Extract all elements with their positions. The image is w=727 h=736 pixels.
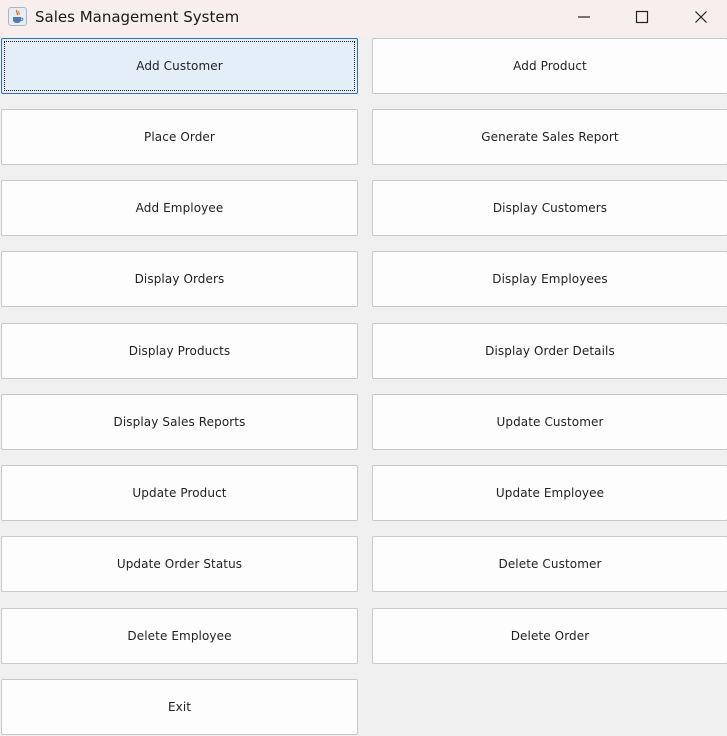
display-customers-label: Display Customers	[492, 201, 608, 215]
maximize-button[interactable]	[619, 0, 665, 35]
add-customer-button[interactable]: Add Customer	[1, 38, 358, 94]
exit-button[interactable]: Exit	[1, 679, 358, 735]
update-product-button[interactable]: Update Product	[1, 465, 358, 521]
title-bar[interactable]: Sales Management System	[0, 0, 727, 35]
display-order-details-label: Display Order Details	[485, 344, 615, 358]
display-order-details-button[interactable]: Display Order Details	[372, 323, 727, 379]
display-employees-label: Display Employees	[492, 272, 608, 286]
generate-sales-report-label: Generate Sales Report	[481, 130, 619, 144]
window-title: Sales Management System	[35, 8, 240, 26]
delete-employee-label: Delete Employee	[127, 629, 232, 643]
add-product-label: Add Product	[513, 59, 587, 73]
display-products-label: Display Products	[128, 344, 231, 358]
delete-order-button[interactable]: Delete Order	[372, 608, 727, 664]
add-product-button[interactable]: Add Product	[372, 38, 727, 94]
add-customer-label: Add Customer	[136, 59, 223, 73]
display-orders-button[interactable]: Display Orders	[1, 251, 358, 307]
minimize-icon	[578, 16, 590, 18]
add-employee-button[interactable]: Add Employee	[1, 180, 358, 236]
app-window: Sales Management System Add Customer Add…	[0, 0, 727, 736]
place-order-button[interactable]: Place Order	[1, 109, 358, 165]
display-sales-reports-button[interactable]: Display Sales Reports	[1, 394, 358, 450]
display-products-button[interactable]: Display Products	[1, 323, 358, 379]
display-customers-button[interactable]: Display Customers	[372, 180, 727, 236]
generate-sales-report-button[interactable]: Generate Sales Report	[372, 109, 727, 165]
display-orders-label: Display Orders	[134, 272, 225, 286]
java-coffee-cup-icon[interactable]	[8, 7, 27, 26]
update-employee-label: Update Employee	[495, 486, 605, 500]
display-employees-button[interactable]: Display Employees	[372, 251, 727, 307]
add-employee-label: Add Employee	[135, 201, 224, 215]
delete-order-label: Delete Order	[510, 629, 590, 643]
close-button[interactable]	[678, 0, 724, 35]
exit-label: Exit	[167, 700, 192, 714]
update-order-status-label: Update Order Status	[116, 557, 243, 571]
place-order-label: Place Order	[144, 130, 215, 144]
update-customer-button[interactable]: Update Customer	[372, 394, 727, 450]
delete-customer-label: Delete Customer	[498, 557, 602, 571]
minimize-button[interactable]	[561, 0, 607, 35]
delete-employee-button[interactable]: Delete Employee	[1, 608, 358, 664]
display-sales-reports-label: Display Sales Reports	[113, 415, 246, 429]
delete-customer-button[interactable]: Delete Customer	[372, 536, 727, 592]
close-icon	[695, 11, 707, 23]
update-product-label: Update Product	[132, 486, 227, 500]
update-customer-label: Update Customer	[496, 415, 604, 429]
update-employee-button[interactable]: Update Employee	[372, 465, 727, 521]
update-order-status-button[interactable]: Update Order Status	[1, 536, 358, 592]
maximize-icon	[635, 10, 649, 24]
